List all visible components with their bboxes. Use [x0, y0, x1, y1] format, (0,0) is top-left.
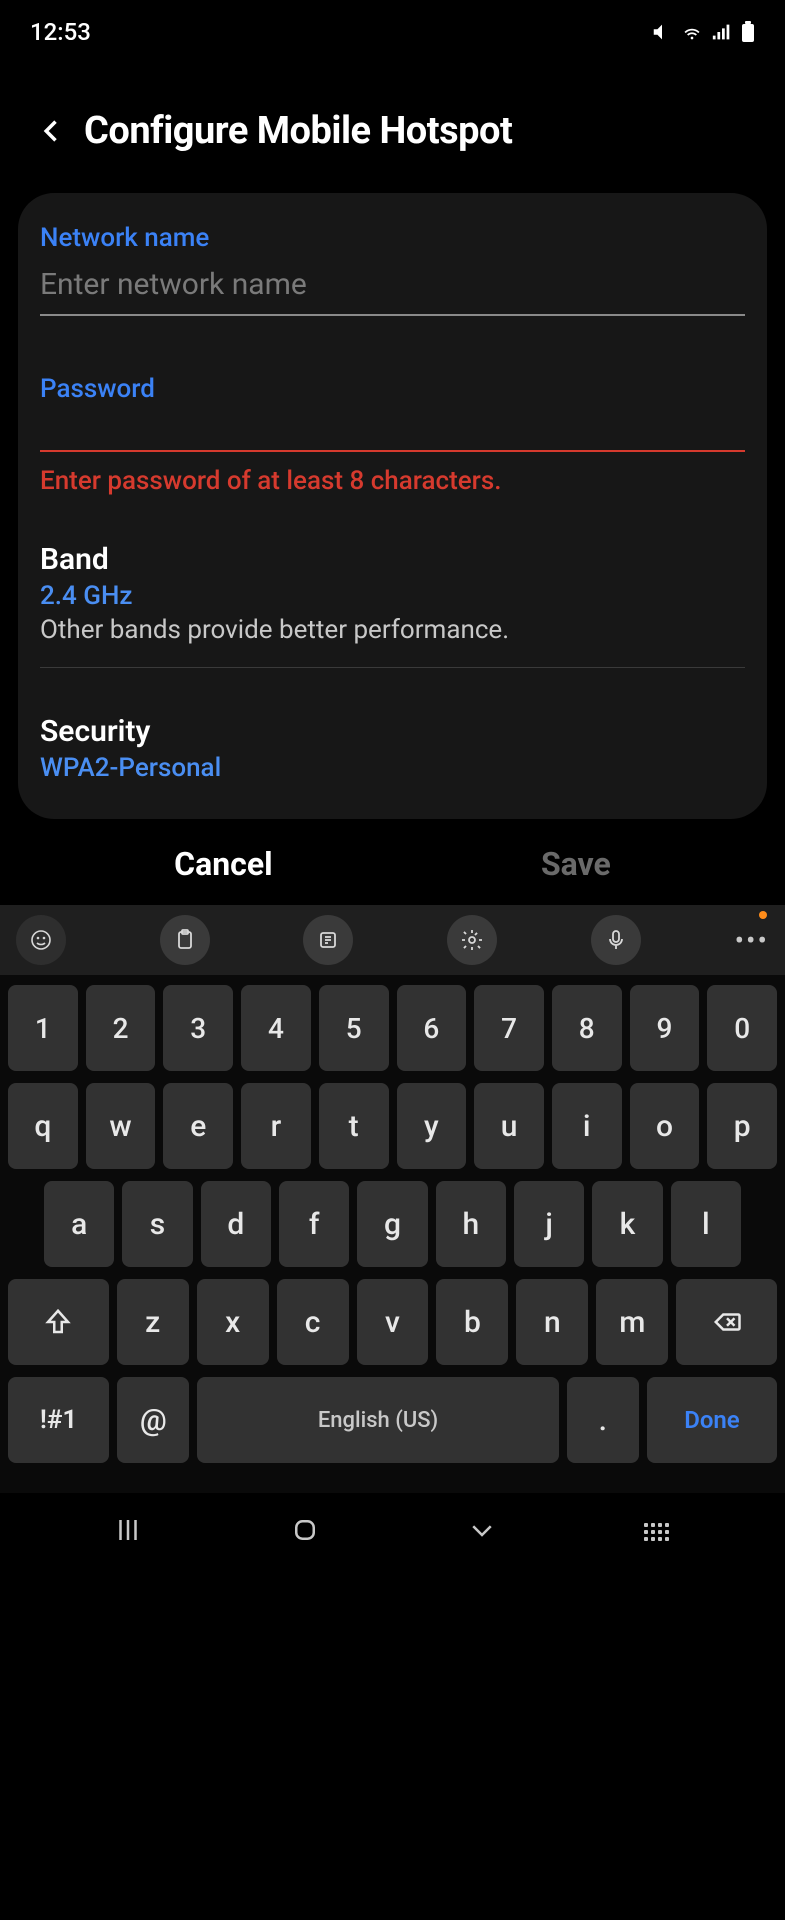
key-2[interactable]: 2 [86, 985, 156, 1071]
recents-button[interactable] [113, 1515, 143, 1549]
text-extract-icon[interactable] [303, 915, 353, 965]
key-row-bottom: !#1 @ English (US) . Done [8, 1377, 777, 1463]
key-l[interactable]: l [671, 1181, 741, 1267]
wifi-icon [681, 21, 703, 43]
key-x[interactable]: x [197, 1279, 269, 1365]
page-title: Configure Mobile Hotspot [84, 109, 512, 153]
key-d[interactable]: d [201, 1181, 271, 1267]
key-y[interactable]: y [397, 1083, 467, 1169]
key-b[interactable]: b [436, 1279, 508, 1365]
password-label: Password [40, 374, 745, 404]
security-value: WPA2-Personal [40, 753, 745, 783]
key-f[interactable]: f [279, 1181, 349, 1267]
settings-card: Network name Password Enter password of … [18, 193, 767, 819]
gear-icon[interactable] [447, 915, 497, 965]
key-m[interactable]: m [596, 1279, 668, 1365]
dialog-buttons: Cancel Save [0, 819, 785, 905]
mute-icon [651, 21, 673, 43]
clipboard-icon[interactable] [160, 915, 210, 965]
back-icon[interactable] [38, 117, 66, 145]
key-9[interactable]: 9 [630, 985, 700, 1071]
key-3[interactable]: 3 [163, 985, 233, 1071]
network-name-input[interactable] [40, 261, 745, 316]
key-row-2: asdfghjkl [8, 1181, 777, 1267]
key-e[interactable]: e [163, 1083, 233, 1169]
backspace-key[interactable] [676, 1279, 777, 1365]
key-row-1: qwertyuiop [8, 1083, 777, 1169]
cancel-button[interactable]: Cancel [174, 845, 272, 883]
nav-bar [0, 1493, 785, 1579]
password-input[interactable] [40, 412, 745, 452]
mic-icon[interactable] [591, 915, 641, 965]
network-name-label: Network name [40, 223, 745, 253]
key-k[interactable]: k [592, 1181, 662, 1267]
key-4[interactable]: 4 [241, 985, 311, 1071]
status-bar: 12:53 [0, 0, 785, 54]
status-time: 12:53 [30, 18, 91, 46]
key-8[interactable]: 8 [552, 985, 622, 1071]
key-h[interactable]: h [436, 1181, 506, 1267]
signal-icon [711, 21, 733, 43]
band-title: Band [40, 542, 745, 577]
key-row-num: 1234567890 [8, 985, 777, 1071]
header: Configure Mobile Hotspot [0, 54, 785, 193]
key-1[interactable]: 1 [8, 985, 78, 1071]
key-v[interactable]: v [357, 1279, 429, 1365]
key-n[interactable]: n [516, 1279, 588, 1365]
done-key[interactable]: Done [647, 1377, 777, 1463]
battery-icon [741, 21, 755, 43]
status-icons [651, 21, 755, 43]
dot-key[interactable]: . [567, 1377, 639, 1463]
key-o[interactable]: o [630, 1083, 700, 1169]
key-j[interactable]: j [514, 1181, 584, 1267]
key-c[interactable]: c [277, 1279, 349, 1365]
key-a[interactable]: a [44, 1181, 114, 1267]
password-error: Enter password of at least 8 characters. [40, 466, 745, 496]
home-button[interactable] [290, 1515, 320, 1549]
symbols-key[interactable]: !#1 [8, 1377, 109, 1463]
key-g[interactable]: g [357, 1181, 427, 1267]
key-row-3: zxcvbnm [8, 1279, 777, 1365]
key-q[interactable]: q [8, 1083, 78, 1169]
more-icon[interactable]: ••• [735, 924, 769, 957]
key-6[interactable]: 6 [397, 985, 467, 1071]
shift-key[interactable] [8, 1279, 109, 1365]
emoji-icon[interactable] [16, 915, 66, 965]
key-0[interactable]: 0 [707, 985, 777, 1071]
key-s[interactable]: s [122, 1181, 192, 1267]
key-r[interactable]: r [241, 1083, 311, 1169]
hide-keyboard-button[interactable] [467, 1515, 497, 1549]
key-t[interactable]: t [319, 1083, 389, 1169]
band-value: 2.4 GHz [40, 581, 745, 611]
key-w[interactable]: w [86, 1083, 156, 1169]
key-5[interactable]: 5 [319, 985, 389, 1071]
key-p[interactable]: p [707, 1083, 777, 1169]
at-key[interactable]: @ [117, 1377, 189, 1463]
key-i[interactable]: i [552, 1083, 622, 1169]
key-7[interactable]: 7 [474, 985, 544, 1071]
space-key[interactable]: English (US) [197, 1377, 558, 1463]
keyboard-toolbar: ••• [0, 905, 785, 975]
security-title: Security [40, 714, 745, 749]
keyboard-switch-button[interactable] [644, 1523, 672, 1541]
security-row[interactable]: Security WPA2-Personal [40, 690, 745, 789]
key-z[interactable]: z [117, 1279, 189, 1365]
save-button[interactable]: Save [541, 845, 611, 883]
band-row[interactable]: Band 2.4 GHz Other bands provide better … [40, 518, 745, 668]
key-u[interactable]: u [474, 1083, 544, 1169]
notification-dot [759, 911, 767, 919]
band-subtitle: Other bands provide better performance. [40, 615, 745, 645]
keyboard: 1234567890 qwertyuiop asdfghjkl zxcvbnm … [0, 975, 785, 1493]
